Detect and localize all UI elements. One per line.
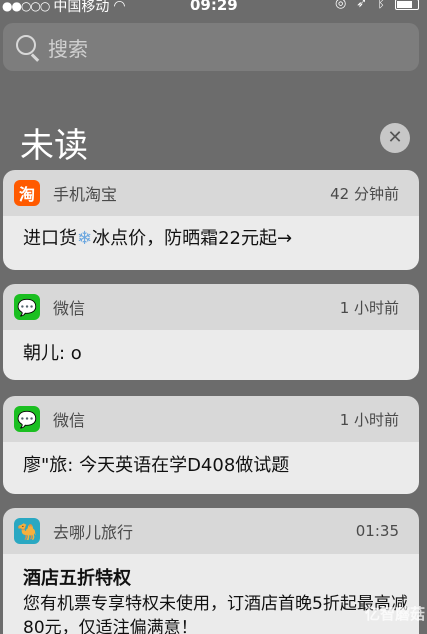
- status-bar: ●●○○○ 中国移动 ◠ 09:29 ◎ ➶ ᛒ: [0, 0, 427, 15]
- app-name: 手机淘宝: [53, 185, 118, 204]
- snowflake-icon: ❄: [77, 228, 93, 249]
- app-name: 微信: [53, 299, 86, 318]
- notification-message: 朝儿: o: [23, 343, 82, 364]
- notification-message: 廖"旅: 今天英语在学D408做试题: [23, 455, 290, 476]
- notification-time: 1 小时前: [339, 298, 399, 317]
- search-input[interactable]: 搜索: [3, 23, 419, 71]
- notification-message: 进口货❄冰点价，防晒霜22元起→: [23, 228, 293, 249]
- notification-header: 🐪 去哪儿旅行 01:35: [3, 508, 419, 554]
- location-icon: ➶: [356, 0, 368, 11]
- notification-header: 淘 手机淘宝 42 分钟前: [3, 170, 419, 216]
- status-time: 09:29: [190, 0, 238, 14]
- qunar-icon: 🐪: [14, 518, 40, 544]
- app-name: 微信: [53, 411, 86, 430]
- wechat-icon: 💬: [14, 406, 40, 432]
- battery-icon: [395, 0, 419, 10]
- notification-time: 01:35: [355, 522, 399, 540]
- section-title: 未读: [20, 126, 88, 166]
- clear-notifications-button[interactable]: ✕: [380, 123, 410, 153]
- app-name: 去哪儿旅行: [53, 523, 134, 542]
- notification-body: 进口货❄冰点价，防晒霜22元起→: [3, 216, 419, 270]
- notification-body: 朝儿: o: [3, 330, 419, 380]
- search-icon: [12, 32, 42, 62]
- signal-strength-icon: ●●○○○: [2, 0, 50, 13]
- notification-message: 您有机票专享特权未使用，订酒店首晚5折起最高减80元，仅适注偏满意！: [23, 594, 408, 634]
- notification-header: 💬 微信 1 小时前: [3, 284, 419, 330]
- watermark: 亿智蘑菇: [364, 605, 425, 623]
- notification-header: 💬 微信 1 小时前: [3, 396, 419, 442]
- notification-body: 廖"旅: 今天英语在学D408做试题: [3, 442, 419, 494]
- wifi-icon: ◠: [113, 0, 126, 14]
- notification-body: 酒店五折特权 您有机票专享特权未使用，订酒店首晚5折起最高减80元，仅适注偏满意…: [3, 554, 419, 634]
- notification-time: 1 小时前: [339, 410, 399, 429]
- notification-card[interactable]: 💬 微信 1 小时前 朝儿: o: [3, 284, 419, 380]
- bluetooth-icon: ᛒ: [377, 0, 385, 11]
- taobao-icon: 淘: [14, 180, 40, 206]
- notification-card[interactable]: 💬 微信 1 小时前 廖"旅: 今天英语在学D408做试题: [3, 396, 419, 494]
- notification-card[interactable]: 🐪 去哪儿旅行 01:35 酒店五折特权 您有机票专享特权未使用，订酒店首晚5折…: [3, 508, 419, 634]
- notification-card[interactable]: 淘 手机淘宝 42 分钟前 进口货❄冰点价，防晒霜22元起→: [3, 170, 419, 270]
- notification-title: 酒店五折特权: [23, 568, 131, 589]
- search-placeholder: 搜索: [48, 36, 88, 61]
- orientation-lock-icon: ◎: [334, 0, 347, 11]
- wechat-icon: 💬: [14, 294, 40, 320]
- carrier-name: 中国移动: [53, 0, 110, 15]
- notification-time: 42 分钟前: [330, 184, 399, 203]
